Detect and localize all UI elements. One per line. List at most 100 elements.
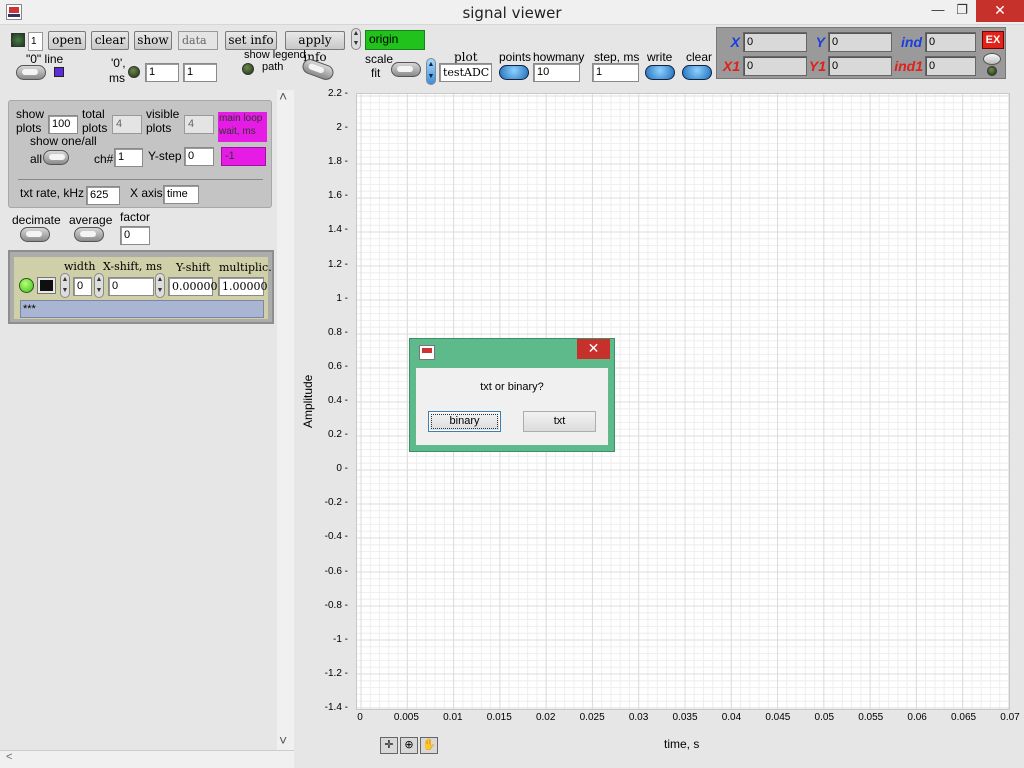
channel-label: ch# [94, 152, 114, 166]
zero-ms-a-input[interactable]: 1 [145, 63, 179, 82]
txt-rate-input[interactable]: 625 [86, 186, 120, 205]
y-step-label: Y-step [148, 149, 182, 163]
clear-button[interactable]: clear [91, 31, 129, 50]
x-tick-label: 0.01 [443, 712, 463, 723]
average-label: average [69, 213, 113, 227]
average-toggle[interactable] [74, 227, 104, 242]
exit-button[interactable]: EX [982, 31, 1004, 49]
show-legend-led-icon[interactable] [242, 63, 254, 75]
y-tick-label: -1.2 - [324, 667, 348, 679]
show-one-all-label: show one/all [30, 134, 97, 148]
x-shift-stepper[interactable]: ▲ ▼ [94, 273, 104, 298]
y-tick-label: 2.2 - [327, 88, 348, 99]
plot-color-swatch[interactable] [37, 277, 56, 294]
x-axis-label: X axis [130, 186, 163, 200]
ind-value: 0 [925, 32, 976, 52]
zero-ms-led-icon[interactable] [128, 66, 140, 78]
show-plots-input[interactable]: 100 [48, 115, 78, 134]
show-plots-label-1: show [16, 107, 45, 121]
x-tick-label: 0.015 [486, 712, 512, 723]
y-shift-input[interactable]: 0.00000 [168, 277, 218, 296]
x-tick-label: 0.005 [393, 712, 419, 723]
total-plots-label-1: total [82, 107, 105, 121]
plot-comment-field[interactable]: *** [20, 300, 264, 318]
howmany-input[interactable]: 10 [533, 63, 580, 82]
scroll-down-icon[interactable]: ˅ [279, 732, 287, 748]
y-tick-label: 1.6 - [327, 190, 348, 202]
y-tick-label: 2 - [336, 122, 348, 134]
plot-name-field[interactable]: testADC [439, 63, 492, 82]
scroll-up-icon[interactable]: ˄ [279, 88, 287, 104]
x-shift-input[interactable]: 0 [108, 277, 154, 296]
plot-visible-led-icon[interactable] [19, 278, 34, 293]
origin-stepper[interactable]: ▲ ▼ [351, 28, 361, 50]
open-button[interactable]: open [48, 31, 86, 50]
show-one-all-toggle[interactable] [43, 150, 69, 165]
plot-stepper[interactable]: ▲ ▼ [426, 58, 436, 85]
exit-led-icon [987, 66, 997, 76]
decimate-toggle[interactable] [20, 227, 50, 242]
y-tick-label: 1.8 - [327, 156, 348, 168]
ind-label: ind [901, 34, 922, 50]
clear-points-button[interactable] [682, 65, 712, 80]
scale-fit-toggle[interactable] [391, 62, 421, 77]
scroll-left-icon[interactable]: < [6, 751, 12, 763]
y-shift-stepper[interactable]: ▲ ▼ [155, 273, 165, 298]
write-button[interactable] [645, 65, 675, 80]
zero-line-toggle[interactable] [16, 65, 46, 80]
x-tick-label: 0.03 [628, 712, 649, 723]
step-ms-input[interactable]: 1 [592, 63, 639, 82]
data-field[interactable]: data [178, 31, 218, 50]
binary-button[interactable]: binary [428, 411, 501, 432]
points-button[interactable] [499, 65, 529, 80]
x-axis-title: time, s [664, 737, 700, 751]
x-label: X [730, 34, 740, 50]
dialog-close-button[interactable]: ✕ [577, 339, 610, 359]
x-tick-label: 0.06 [907, 712, 927, 723]
apply-info-button[interactable]: apply info [285, 31, 345, 64]
multiplic-label: multiplic. [219, 261, 272, 274]
y-tick-label: 0.4 - [327, 395, 348, 406]
y-tick-label: -0.2 - [324, 497, 348, 509]
set-info-button[interactable]: set info [225, 31, 277, 50]
origin-indicator: origin [365, 30, 425, 50]
exit-switch-icon[interactable] [983, 53, 1001, 65]
line-counter[interactable]: 1 [28, 32, 43, 51]
clear-points-label: clear [686, 50, 713, 64]
x-tick-label: 0.07 [1000, 712, 1020, 723]
left-panel-scrollbar[interactable] [277, 90, 294, 750]
zero-ms-b-input[interactable]: 1 [183, 63, 217, 82]
factor-input[interactable]: 0 [120, 226, 150, 245]
txt-button[interactable]: txt [523, 411, 596, 432]
zero-ms-unit: ms [109, 71, 125, 85]
plot-label: plot [454, 50, 478, 64]
zero-line-color-swatch[interactable] [54, 67, 64, 77]
x1-label: X1 [722, 58, 740, 74]
width-input[interactable]: 0 [73, 277, 92, 296]
y-step-input[interactable]: 0 [184, 147, 214, 166]
x-tick-label: 0 [357, 712, 363, 723]
y1-value: 0 [828, 56, 892, 76]
x-axis-select[interactable]: time [163, 185, 199, 204]
y-tick-label: 0.8 - [327, 326, 348, 338]
x-value: 0 [743, 32, 807, 52]
main-loop-wait-value: -1 [221, 147, 266, 166]
width-stepper[interactable]: ▲ ▼ [60, 273, 70, 298]
multiplic-input[interactable]: 1.00000 [218, 277, 268, 296]
restore-button[interactable]: ❐ [946, 0, 978, 22]
channel-input[interactable]: 1 [114, 148, 143, 167]
show-legend-label: show legend [244, 49, 306, 61]
show-button[interactable]: show [134, 31, 172, 50]
x-tick-label: 0.065 [951, 712, 977, 723]
close-window-button[interactable]: ✕ [976, 0, 1024, 22]
zero-ms-label: '0', [111, 56, 126, 70]
cursor-tool-icon[interactable]: ✛ [380, 737, 398, 754]
visible-plots-label-1: visible [146, 107, 180, 121]
left-panel-horizontal-scrollbar[interactable] [0, 750, 294, 768]
txt-rate-label: txt rate, kHz [20, 186, 85, 200]
y-tick-label: 0 - [336, 463, 348, 475]
zoom-tool-icon[interactable]: ⊕ [400, 737, 418, 754]
pan-tool-icon[interactable]: ✋ [420, 737, 438, 754]
graph-palette: ✛ ⊕ ✋ [380, 737, 440, 755]
status-led-icon[interactable] [11, 33, 25, 47]
